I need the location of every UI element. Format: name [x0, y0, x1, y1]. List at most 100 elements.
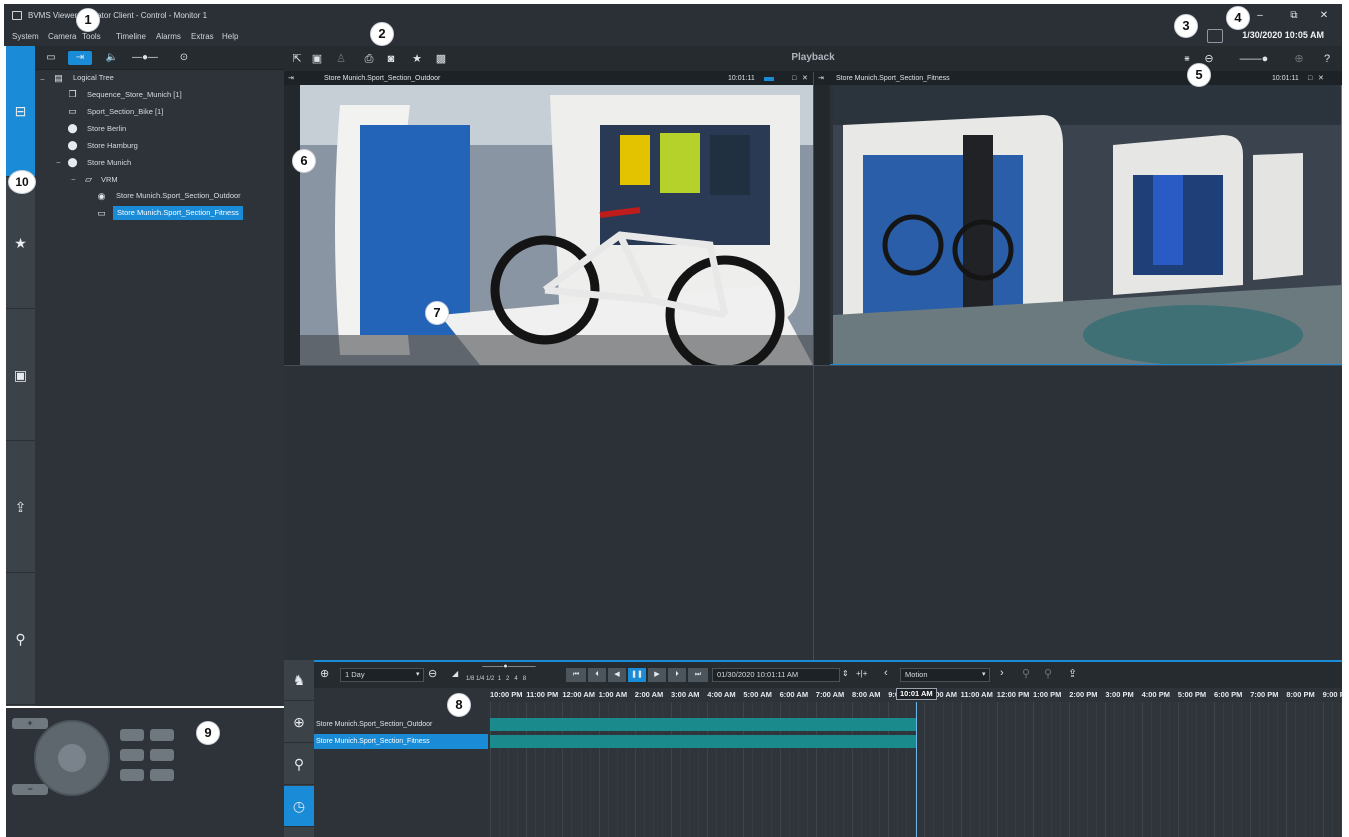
- ptz-dpad-center[interactable]: [58, 744, 86, 772]
- zoom-out-button[interactable]: −: [12, 784, 48, 795]
- export-tab[interactable]: ⇪: [6, 442, 35, 573]
- iris-button[interactable]: [120, 729, 144, 741]
- help-button[interactable]: ?: [1320, 52, 1334, 66]
- timeline-grid-line: [960, 702, 962, 837]
- collapse-icon[interactable]: −: [56, 158, 61, 167]
- focus-button[interactable]: [150, 729, 174, 741]
- close-pane-icon[interactable]: ✕: [802, 72, 808, 85]
- timeline-tick-label: 4:00 PM: [1141, 690, 1170, 699]
- pane-count-slider[interactable]: ——●: [1224, 52, 1284, 66]
- timeline-grid-line: [1250, 702, 1252, 837]
- step-back-button[interactable]: ⏴: [588, 668, 606, 682]
- live-camera-icon[interactable]: ▭: [43, 51, 59, 65]
- search-clear-icon[interactable]: ⚲: [1044, 667, 1052, 680]
- step-forward-button[interactable]: ⏵: [668, 668, 686, 682]
- playback-mode-icon[interactable]: ⇥: [68, 51, 92, 65]
- minimize-button[interactable]: –: [1252, 9, 1268, 23]
- aux-button-2[interactable]: [150, 749, 174, 761]
- tree-item-bike[interactable]: Sport_Section_Bike [1]: [87, 105, 163, 119]
- timeline-grid-line: [1069, 702, 1071, 837]
- spinner-icon[interactable]: ⇕: [842, 669, 849, 678]
- export-icon[interactable]: ⇪: [1068, 667, 1077, 680]
- speed-slider[interactable]: ———●————: [464, 663, 554, 670]
- track-name-fitness[interactable]: Store Munich.Sport_Section_Fitness: [314, 734, 488, 749]
- menu-system[interactable]: System: [12, 32, 39, 41]
- tree-item-berlin[interactable]: Store Berlin: [87, 122, 126, 136]
- logical-tree-tab[interactable]: ⊟: [6, 46, 35, 177]
- close-button[interactable]: ✕: [1316, 9, 1332, 23]
- tree-item-hamburg[interactable]: Store Hamburg: [87, 139, 138, 153]
- image-pane-outdoor[interactable]: ⇥ Store Munich.Sport_Section_Outdoor 10:…: [284, 72, 813, 365]
- zoom-in-time-icon[interactable]: ⊕: [320, 667, 329, 680]
- forensic-search-icon: ⚲: [15, 630, 26, 647]
- alarm-list-tab[interactable]: ♞: [284, 660, 314, 701]
- ptz-dpad[interactable]: [34, 720, 110, 796]
- maximize-pane-icon[interactable]: □: [792, 72, 796, 85]
- reverse-play-button[interactable]: ◀: [608, 668, 626, 682]
- pane-titlebar: ⇥ Store Munich.Sport_Section_Outdoor 10:…: [284, 72, 813, 85]
- forensic-search-tab-2[interactable]: ⚲: [284, 744, 314, 785]
- preset-button-2[interactable]: [150, 769, 174, 781]
- pane-divider: [284, 365, 1342, 366]
- zoom-out-time-icon[interactable]: ⊖: [428, 667, 437, 680]
- search-icon[interactable]: ⚲: [1022, 667, 1030, 680]
- menu-extras[interactable]: Extras: [191, 32, 214, 41]
- prev-event-icon[interactable]: ‹: [884, 667, 888, 679]
- timeline-tick-label: 3:00 AM: [671, 690, 700, 699]
- video-tab[interactable]: ▣: [6, 310, 35, 441]
- close-pane-icon[interactable]: ✕: [1318, 72, 1324, 85]
- timeline-tracks[interactable]: [488, 702, 1342, 837]
- jump-end-button[interactable]: ⏭: [688, 668, 708, 682]
- time-range-select[interactable]: 1 Day: [340, 668, 424, 682]
- tree-item-sequence[interactable]: Sequence_Store_Munich [1]: [87, 88, 182, 102]
- volume-icon[interactable]: 🔈: [105, 51, 119, 65]
- more-panes-icon[interactable]: ⊕: [1292, 52, 1306, 66]
- timeline-tab[interactable]: ◷: [284, 786, 314, 827]
- restore-button[interactable]: ⧉: [1286, 9, 1302, 23]
- timeline-tick-label: 7:00 AM: [815, 690, 845, 699]
- map-pin-icon[interactable]: ⊙: [177, 51, 191, 65]
- maximize-pane-icon[interactable]: □: [1308, 72, 1312, 85]
- collapse-icon[interactable]: −: [71, 175, 76, 184]
- menu-help[interactable]: Help: [222, 32, 238, 41]
- search-filter-select[interactable]: Motion: [900, 668, 990, 682]
- timeline-cursor[interactable]: [916, 702, 917, 837]
- sync-icon[interactable]: +|+: [856, 669, 867, 678]
- track-name-outdoor[interactable]: Store Munich.Sport_Section_Outdoor: [314, 717, 488, 732]
- chevron-down-icon: ▾: [982, 671, 986, 678]
- volume-slider[interactable]: —●—: [125, 51, 165, 65]
- callout-marker-5: 5: [1187, 63, 1211, 87]
- image-pane-fitness[interactable]: ⇥ Store Munich.Sport_Section_Fitness 10:…: [814, 72, 1342, 365]
- next-event-icon[interactable]: ›: [1000, 667, 1004, 679]
- zoom-in-button[interactable]: +: [12, 718, 48, 729]
- camera-image-fitness: [833, 85, 1341, 364]
- menu-alarms[interactable]: Alarms: [156, 32, 181, 41]
- favorites-tab[interactable]: ★: [6, 178, 35, 309]
- title-bar: BVMS Viewer Operator Client - Control - …: [4, 4, 1342, 28]
- datetime-input[interactable]: 01/30/2020 10:01:11 AM: [712, 668, 840, 682]
- left-nav-strip: ⊟ ★ ▣ ⇪ ⚲: [6, 46, 35, 706]
- callout-marker-3: 3: [1174, 14, 1198, 38]
- tree-item-munich[interactable]: Store Munich: [87, 156, 131, 170]
- menu-timeline[interactable]: Timeline: [116, 32, 146, 41]
- image-pane-toolbar: ⇱ ▣ ♙ ⎙ ◙ ★ ▩ Playback ⋇ ⊖ ——● ⊕ ?: [284, 46, 1342, 72]
- search-results-tab[interactable]: ⊕: [284, 702, 314, 743]
- timeline-grid-line: [1023, 702, 1025, 837]
- callout-marker-7: 7: [425, 301, 449, 325]
- aux-button-1[interactable]: [120, 749, 144, 761]
- menu-tools[interactable]: Tools: [82, 32, 101, 41]
- tree-icon: ⊟: [14, 102, 27, 119]
- preset-button-1[interactable]: [120, 769, 144, 781]
- tree-item-outdoor[interactable]: Store Munich.Sport_Section_Outdoor: [116, 189, 241, 203]
- jump-start-button[interactable]: ⏮: [566, 668, 586, 682]
- collapse-icon[interactable]: −: [40, 75, 45, 84]
- tree-item-vrm[interactable]: VRM: [101, 173, 118, 187]
- menu-camera[interactable]: Camera: [48, 32, 76, 41]
- play-button[interactable]: ▶: [648, 668, 666, 682]
- pause-button[interactable]: ❚❚: [628, 668, 646, 682]
- forensic-search-tab[interactable]: ⚲: [6, 574, 35, 705]
- tree-item-fitness[interactable]: Store Munich.Sport_Section_Fitness: [113, 206, 243, 220]
- tree-root[interactable]: Logical Tree: [73, 71, 114, 85]
- time-settings-icon[interactable]: [1207, 29, 1223, 43]
- callout-marker-8: 8: [447, 693, 471, 717]
